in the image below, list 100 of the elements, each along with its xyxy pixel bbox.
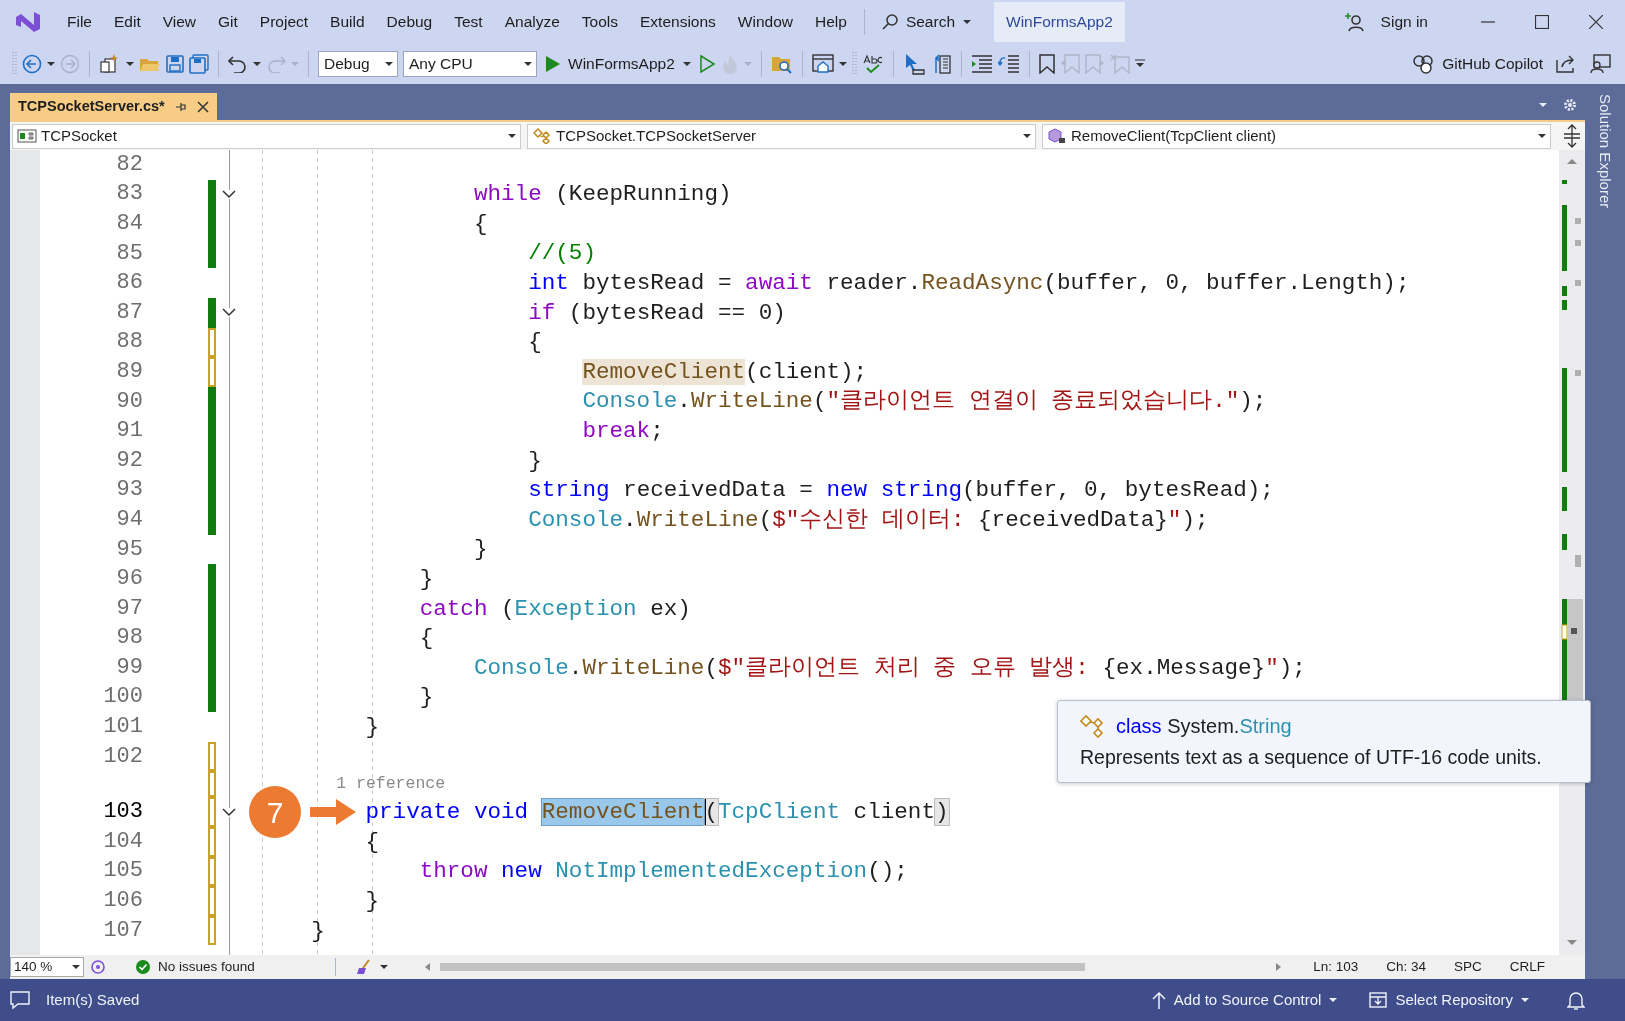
caret-icon[interactable] — [47, 61, 55, 67]
code-line: catch (Exception ex) — [419, 594, 691, 623]
line-number: 83 — [115, 183, 143, 206]
reference-count-link[interactable]: 1 reference — [336, 772, 446, 797]
menu-item[interactable]: Extensions — [631, 6, 725, 38]
spell-check-icon[interactable] — [861, 54, 884, 74]
menu-item[interactable]: File — [58, 6, 101, 38]
sign-in-button[interactable]: Sign in — [1335, 6, 1437, 38]
line-number: 89 — [115, 360, 143, 383]
close-icon[interactable] — [1589, 15, 1603, 29]
caret-icon[interactable] — [1023, 133, 1031, 139]
code-line: } — [365, 886, 379, 916]
feedback-icon[interactable] — [1589, 54, 1611, 74]
class-icon — [532, 128, 552, 144]
code-line: Console.WriteLine("클라이언트 연결이 종료되었습니다."); — [582, 387, 1267, 416]
type-dropdown[interactable]: TCPSocket.TCPSocketServer — [527, 123, 1036, 149]
outdent-icon[interactable] — [970, 54, 993, 74]
bell-icon[interactable] — [1567, 990, 1585, 1010]
side-panel-tab[interactable]: Solution Explorer — [1593, 84, 1617, 214]
member-dropdown[interactable]: RemoveClient(TcpClient client) — [1042, 123, 1551, 149]
close-icon[interactable] — [196, 100, 209, 113]
grip-icon — [12, 51, 17, 77]
caret-icon[interactable] — [524, 61, 532, 67]
settings-icon[interactable] — [1563, 98, 1577, 112]
folder-search-icon[interactable] — [770, 54, 793, 74]
save-icon[interactable] — [166, 55, 184, 73]
menu-item[interactable]: Project — [250, 6, 318, 38]
caret-icon[interactable] — [963, 19, 971, 25]
caret-icon[interactable] — [1521, 997, 1529, 1003]
share-icon[interactable] — [1556, 55, 1576, 73]
indent-icon[interactable] — [997, 54, 1020, 74]
save-all-icon[interactable] — [189, 54, 209, 74]
caret-icon[interactable] — [385, 61, 393, 67]
line-ending-mode[interactable]: CRLF — [1509, 956, 1545, 978]
caret-icon[interactable] — [1538, 133, 1546, 139]
menu-item[interactable]: View — [153, 6, 206, 38]
menu-item[interactable]: Window — [728, 6, 802, 38]
menu-item[interactable]: Git — [209, 6, 247, 38]
line-number: 87 — [115, 301, 143, 324]
issues-status[interactable]: No issues found — [158, 956, 255, 978]
project-dropdown[interactable]: TCPSocket — [12, 123, 521, 149]
redo-icon — [266, 55, 286, 73]
code-line: Console.WriteLine($"수신한 데이터: {receivedData}"); — [528, 505, 1209, 535]
overflow-icon[interactable] — [1134, 59, 1145, 69]
menu-item[interactable]: Help — [806, 6, 856, 38]
caret-icon[interactable] — [379, 964, 388, 970]
collapse-icon[interactable] — [222, 308, 236, 318]
code-line: //(5) — [528, 239, 596, 268]
check-circle-icon — [136, 960, 150, 974]
code-line: if (bytesRead == 0) — [528, 298, 786, 327]
start-button[interactable]: WinFormsApp2 — [542, 52, 695, 76]
bookmark-next-icon — [1084, 54, 1105, 74]
whitespace-mode[interactable]: SPC — [1453, 956, 1482, 978]
caret-icon[interactable] — [1329, 997, 1338, 1003]
back-icon[interactable] — [22, 54, 42, 74]
repository-button[interactable]: Select Repository — [1369, 988, 1529, 1012]
code-line: } — [419, 683, 434, 712]
maximize-icon[interactable] — [1535, 15, 1549, 29]
intellicode-icon[interactable] — [90, 959, 106, 975]
search-button[interactable]: Search — [872, 6, 980, 38]
document-tab[interactable]: TCPSocketServer.cs* — [10, 93, 217, 120]
code-line: throw new NotImplementedException(); — [419, 857, 908, 886]
line-number: 96 — [115, 568, 143, 591]
line-number: 98 — [115, 627, 143, 650]
code-line: { — [528, 328, 542, 357]
column-position[interactable]: Ch: 34 — [1386, 956, 1426, 978]
source-control-button[interactable]: Add to Source Control — [1151, 988, 1338, 1012]
caret-icon[interactable] — [682, 61, 691, 67]
zoom-dropdown[interactable]: 140 % — [10, 957, 84, 977]
line-number: 100 — [102, 686, 143, 709]
configuration-dropdown[interactable]: Debug — [318, 51, 398, 77]
menu-item[interactable]: Build — [321, 6, 374, 38]
collapse-icon[interactable] — [222, 807, 236, 817]
line-number: 92 — [115, 449, 143, 472]
window-home-icon[interactable] — [811, 54, 834, 74]
caret-icon[interactable] — [72, 964, 80, 970]
caret-icon[interactable] — [253, 61, 261, 67]
menu-item[interactable]: Edit — [105, 6, 150, 38]
code-line: } — [365, 712, 379, 742]
menu-item[interactable]: Analyze — [495, 6, 569, 38]
code-line: } — [528, 446, 542, 475]
line-number: 105 — [102, 860, 143, 883]
collapse-icon[interactable] — [222, 189, 236, 199]
menu-item[interactable]: Test — [445, 6, 492, 38]
line-position[interactable]: Ln: 103 — [1313, 956, 1359, 978]
menu-item[interactable]: Tools — [572, 6, 628, 38]
copilot-button[interactable]: GitHub Copilot — [1412, 52, 1543, 76]
app-logo-icon[interactable] — [14, 9, 42, 35]
caret-icon[interactable] — [838, 61, 847, 67]
play-outline-icon[interactable] — [699, 55, 716, 73]
bookmark-icon[interactable] — [1038, 54, 1055, 74]
platform-dropdown[interactable]: Any CPU — [403, 51, 537, 77]
split-icon[interactable] — [1561, 124, 1583, 148]
pin-icon[interactable] — [174, 100, 187, 113]
undo-icon[interactable] — [228, 55, 248, 73]
menu-item[interactable]: Debug — [377, 6, 442, 38]
line-number: 106 — [102, 890, 143, 913]
code-line: } — [311, 916, 325, 945]
caret-icon[interactable] — [508, 133, 516, 139]
caret-icon[interactable] — [126, 61, 134, 67]
